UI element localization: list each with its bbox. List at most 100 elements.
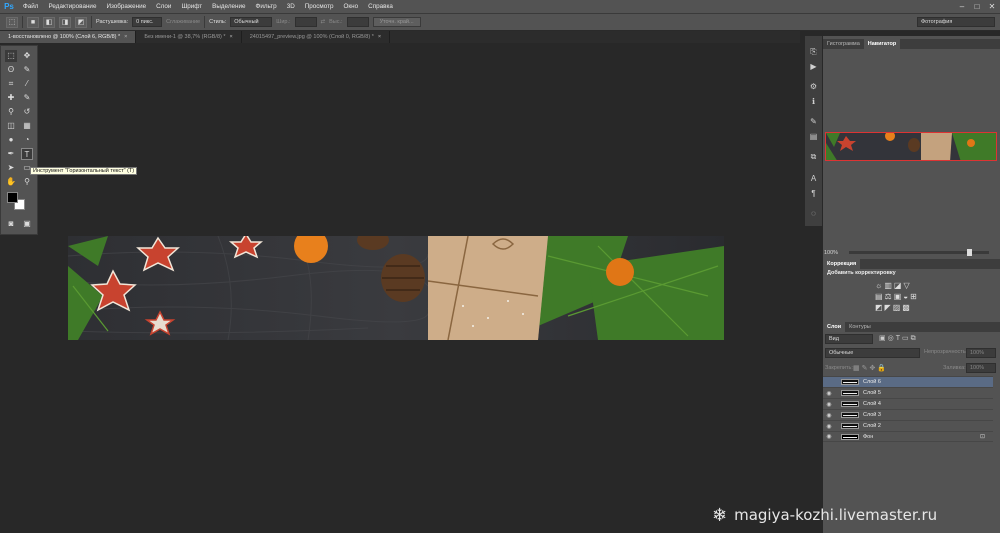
paragraph-panel-icon[interactable]: ¶ — [807, 188, 820, 199]
tab-document-3[interactable]: 24015497_preview.jpg @ 100% (Слой 0, RGB… — [242, 31, 391, 43]
layer-row[interactable]: ◉ Слой 4 — [823, 398, 993, 409]
blend-mode-select[interactable]: Обычные — [825, 348, 920, 358]
tab-document-2[interactable]: Без имени-1 @ 38,7% (RGB/8) * × — [136, 31, 242, 43]
actions-panel-icon[interactable]: ▶ — [807, 61, 820, 72]
menu-help[interactable]: Справка — [363, 0, 398, 14]
opacity-input[interactable]: 100% — [966, 348, 996, 358]
gradient-tool-icon[interactable]: ▦ — [21, 120, 33, 132]
eye-icon[interactable]: ◉ — [823, 423, 835, 430]
navigator-thumbnail[interactable] — [825, 132, 997, 161]
lock-icons[interactable]: ▦✎✥🔒 — [853, 364, 888, 372]
corrections-tabs: Коррекция — [823, 259, 1000, 269]
eye-icon[interactable]: ◉ — [823, 412, 835, 419]
width-input[interactable] — [294, 17, 317, 27]
menu-3d[interactable]: 3D — [282, 0, 300, 14]
eye-icon[interactable]: ◉ — [823, 401, 835, 408]
type-tool-icon[interactable]: T — [21, 148, 33, 160]
blur-tool-icon[interactable]: ● — [5, 134, 17, 146]
zoom-slider[interactable] — [849, 249, 989, 256]
brush-panel-icon[interactable]: ✎ — [807, 116, 820, 127]
3d-panel-icon[interactable]: ◌ — [807, 208, 820, 219]
fill-input[interactable]: 100% — [966, 363, 996, 373]
healing-tool-icon[interactable]: ✚ — [5, 92, 17, 104]
layer-row[interactable]: ◉ Слой 2 — [823, 420, 993, 431]
eye-icon[interactable]: ◉ — [823, 390, 835, 397]
history-panel-icon[interactable]: ⎘ — [807, 46, 820, 57]
close-icon[interactable]: × — [378, 31, 381, 43]
info-panel-icon[interactable]: ℹ — [807, 96, 820, 107]
brush-presets-icon[interactable]: ▤ — [807, 131, 820, 142]
tab-document-1[interactable]: 1-восстановлено @ 100% (Слой 6, RGB/8) *… — [0, 31, 137, 43]
eye-icon[interactable]: ◉ — [823, 433, 835, 440]
layer-row[interactable]: ◉ Слой 3 — [823, 409, 993, 420]
brush-tool-icon[interactable]: ✎ — [21, 92, 33, 104]
restore-button[interactable]: □ — [972, 2, 982, 12]
intersect-selection-icon[interactable]: ◩ — [75, 16, 87, 28]
height-input[interactable] — [346, 17, 369, 27]
feather-label: Растушевка: — [96, 19, 129, 25]
subtract-selection-icon[interactable]: ◨ — [59, 16, 71, 28]
eraser-tool-icon[interactable]: ◫ — [5, 120, 17, 132]
layer-row[interactable]: ◉ Слой 5 — [823, 387, 993, 398]
quick-mask-icon[interactable]: ◙ — [5, 218, 17, 230]
lasso-tool-icon[interactable]: ʘ — [5, 64, 17, 76]
history-brush-tool-icon[interactable]: ↺ — [21, 106, 33, 118]
close-icon[interactable]: × — [230, 31, 233, 43]
tab-label: Без имени-1 @ 38,7% (RGB/8) * — [144, 34, 226, 40]
pen-tool-icon[interactable]: ✒ — [5, 148, 17, 160]
path-selection-tool-icon[interactable]: ➤ — [5, 162, 17, 174]
marquee-preset-icon[interactable]: ⬚ — [6, 16, 18, 28]
layer-filter-icons[interactable]: ▣◎T▭⧉ — [879, 334, 918, 343]
character-panel-icon[interactable]: A — [807, 173, 820, 184]
adjustment-icons[interactable]: ☼▥◪▽ ▤⚖▣◒⊞ ◩◤▨▩ — [875, 280, 975, 312]
marquee-tool-icon[interactable]: ⬚ — [5, 50, 17, 62]
clone-source-icon[interactable]: ⧉ — [807, 151, 820, 162]
menu-image[interactable]: Изображение — [101, 0, 151, 14]
foreground-color-swatch[interactable] — [7, 192, 18, 203]
add-selection-icon[interactable]: ◧ — [43, 16, 55, 28]
menu-window[interactable]: Окно — [339, 0, 364, 14]
move-tool-icon[interactable]: ✥ — [21, 50, 33, 62]
close-icon[interactable]: × — [124, 31, 127, 43]
document-canvas[interactable] — [68, 236, 724, 340]
photoshop-logo: Ps — [4, 1, 14, 11]
layer-name: Слой 6 — [863, 379, 881, 385]
menu-select[interactable]: Выделение — [207, 0, 250, 14]
antialias-checkbox[interactable]: Сглаживание — [166, 19, 200, 25]
toolbox: ⬚ ✥ ʘ ✎ ⌗ ⁄ ✚ ✎ ⚲ ↺ ◫ ▦ ● ◔ ✒ T ➤ ▭ ✋ ⚲ … — [0, 45, 38, 235]
zoom-tool-icon[interactable]: ⚲ — [21, 176, 33, 188]
screen-mode-icon[interactable]: ▣ — [21, 218, 33, 230]
new-selection-icon[interactable]: ■ — [27, 16, 39, 28]
hand-tool-icon[interactable]: ✋ — [5, 176, 17, 188]
tab-navigator[interactable]: Навигатор — [863, 39, 901, 49]
tool-presets-icon[interactable]: ⚙ — [807, 81, 820, 92]
workspace-select[interactable]: Фотография — [917, 17, 995, 27]
magic-wand-tool-icon[interactable]: ✎ — [21, 64, 33, 76]
refine-edge-button[interactable]: Уточн. край... — [372, 17, 421, 27]
layer-kind-filter[interactable]: Вид — [825, 334, 873, 344]
menu-filter[interactable]: Фильтр — [251, 0, 282, 14]
close-window-button[interactable]: ✕ — [987, 2, 997, 12]
minimize-button[interactable]: – — [957, 2, 967, 12]
menu-edit[interactable]: Редактирование — [43, 0, 101, 14]
layer-row-background[interactable]: ◉ Фон ⊡ — [823, 431, 993, 442]
zoom-level[interactable]: 100% — [824, 250, 838, 256]
style-select[interactable]: Обычный — [230, 17, 273, 27]
stamp-tool-icon[interactable]: ⚲ — [5, 106, 17, 118]
tab-histogram[interactable]: Гистограмма — [823, 39, 864, 49]
layer-row[interactable]: Слой 6 — [823, 376, 993, 387]
tab-paths[interactable]: Контуры — [845, 322, 875, 332]
menu-view[interactable]: Просмотр — [300, 0, 339, 14]
zoom-slider-handle[interactable] — [967, 249, 972, 256]
swap-icon[interactable]: ⇄ — [321, 19, 326, 25]
tab-layers[interactable]: Слои — [823, 322, 846, 332]
divider — [204, 16, 206, 28]
feather-input[interactable]: 0 пикс. — [132, 17, 163, 27]
menu-layers[interactable]: Слои — [151, 0, 176, 14]
crop-tool-icon[interactable]: ⌗ — [5, 78, 17, 90]
menu-type[interactable]: Шрифт — [176, 0, 207, 14]
menu-file[interactable]: Файл — [18, 0, 43, 14]
eyedropper-tool-icon[interactable]: ⁄ — [21, 78, 33, 90]
tab-corrections[interactable]: Коррекция — [823, 259, 861, 269]
dodge-tool-icon[interactable]: ◔ — [21, 134, 33, 146]
